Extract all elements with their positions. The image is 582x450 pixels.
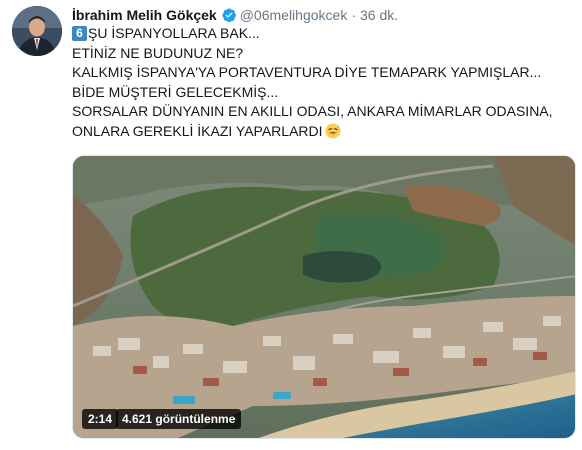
tweet-timestamp[interactable]: 36 dk.: [360, 7, 398, 23]
grinning-sweat-emoji: [325, 123, 341, 139]
tweet-line-text: KALKMIŞ İSPANYA'YA PORTAVENTURA DİYE TEM…: [72, 64, 542, 80]
verified-badge-icon: [221, 7, 237, 23]
tweet-line: KALKMIŞ İSPANYA'YA PORTAVENTURA DİYE TEM…: [72, 63, 572, 83]
author-avatar[interactable]: [12, 6, 62, 56]
author-handle[interactable]: @06melihgokcek: [240, 7, 348, 23]
tweet-line: 6 ŞU İSPANYOLLARA BAK...: [72, 24, 572, 44]
avatar-image: [12, 6, 62, 56]
tweet-line-text: ŞU İSPANYOLLARA BAK...: [88, 25, 260, 41]
tweet-line-text: ETİNİZ NE BUDUNUZ NE?: [72, 44, 244, 61]
video-thumbnail: [73, 156, 575, 438]
tweet-line: BİDE MÜŞTERİ GELECEKMİŞ...: [72, 83, 572, 103]
video-view-count: 4.621 görüntülenme: [116, 409, 242, 429]
tweet-line-text: ONLARA GEREKLİ İKAZI YAPARLARDI: [72, 122, 323, 139]
separator-dot: ·: [351, 7, 356, 23]
tweet-line-text: BİDE MÜŞTERİ GELECEKMİŞ...: [72, 83, 279, 100]
video-duration: 2:14: [82, 409, 119, 429]
keycap-six-emoji: 6: [72, 26, 87, 42]
tweet-line: SORSALAR DÜNYANIN EN AKILLI ODASI, ANKAR…: [72, 102, 572, 122]
tweet-line: ONLARA GEREKLİ İKAZI YAPARLARDI: [72, 122, 572, 142]
tweet-line: ETİNİZ NE BUDUNUZ NE?: [72, 44, 572, 64]
tweet-line-text: SORSALAR DÜNYANIN EN AKILLI ODASI, ANKAR…: [72, 103, 553, 119]
tweet-header: İbrahim Melih Gökçek @06melihgokcek · 36…: [72, 5, 398, 25]
video-player[interactable]: 2:14 4.621 görüntülenme: [72, 155, 576, 439]
author-name[interactable]: İbrahim Melih Gökçek: [72, 7, 217, 23]
tweet-text: 6 ŞU İSPANYOLLARA BAK... ETİNİZ NE BUDUN…: [72, 24, 572, 141]
tweet: İbrahim Melih Gökçek @06melihgokcek · 36…: [0, 0, 582, 450]
